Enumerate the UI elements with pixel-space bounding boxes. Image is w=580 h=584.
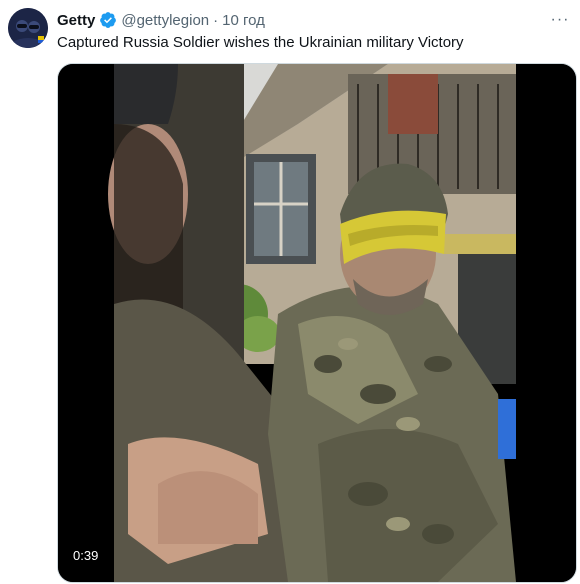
more-options-icon[interactable]: ··· (548, 8, 572, 32)
timestamp[interactable]: 10 год (222, 12, 265, 29)
video-duration: 0:39 (68, 546, 104, 565)
tweet-text: Captured Russia Soldier wishes the Ukrai… (57, 34, 464, 51)
video-frame (58, 64, 576, 582)
avatar[interactable] (8, 8, 48, 48)
author-name[interactable]: Getty (57, 12, 95, 29)
tweet: Getty @gettylegion · 10 год ··· Captured… (0, 0, 580, 584)
tweet-header: Getty @gettylegion · 10 год (57, 10, 265, 30)
author-handle[interactable]: @gettylegion (121, 12, 209, 29)
video-player[interactable] (57, 63, 577, 583)
separator-dot: · (213, 11, 219, 29)
verified-badge-icon (99, 11, 117, 29)
